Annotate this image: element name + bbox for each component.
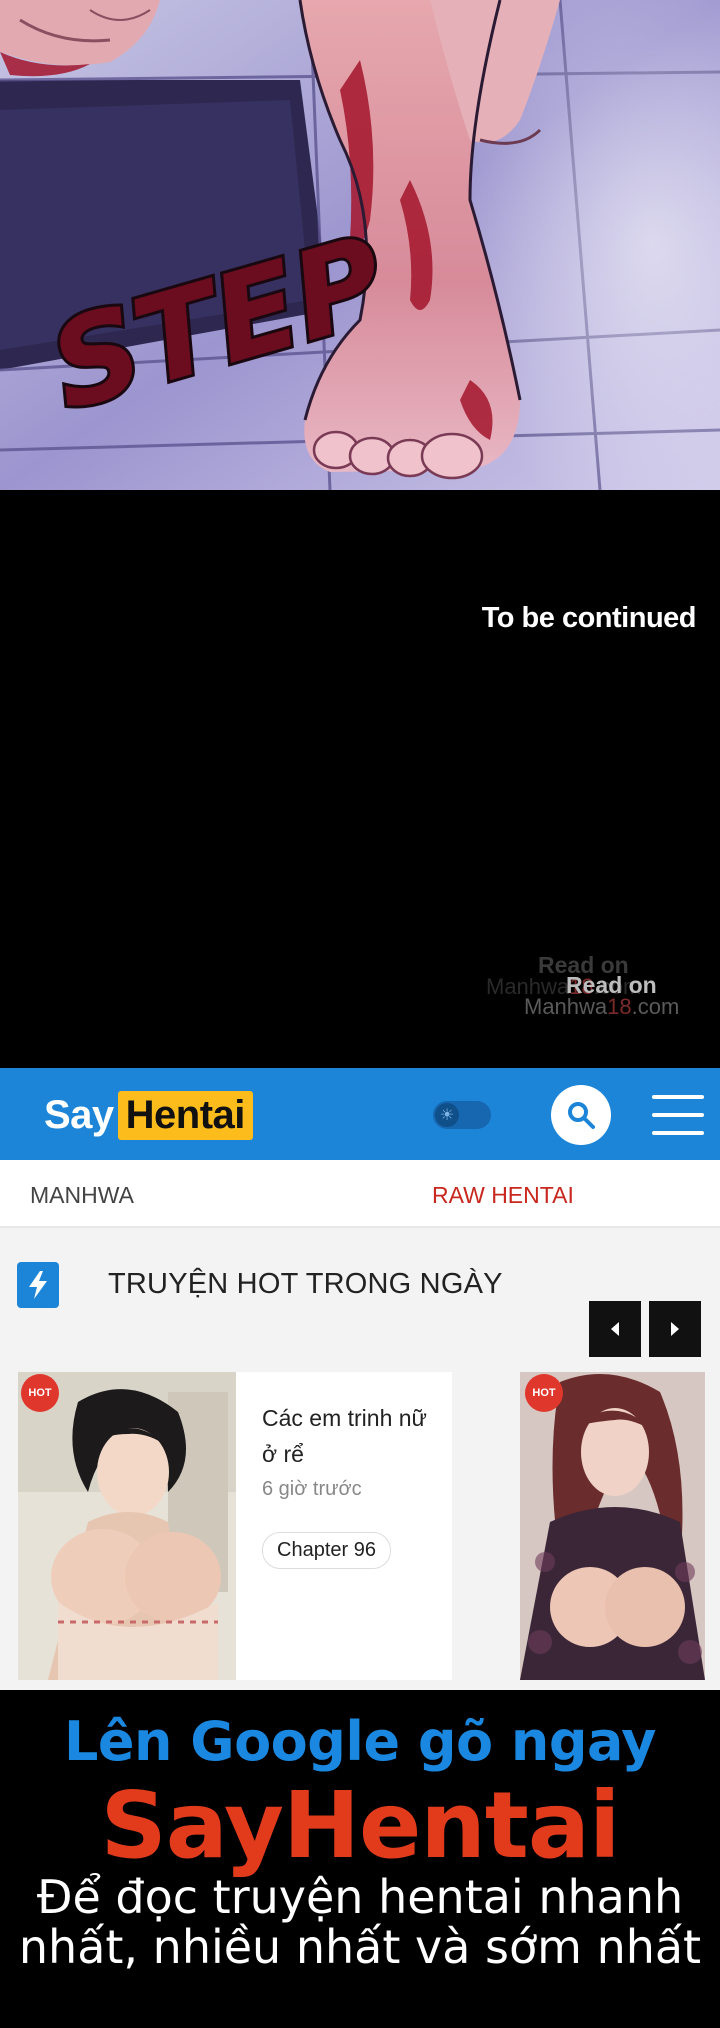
search-button[interactable] bbox=[551, 1085, 611, 1145]
comic-cover-image[interactable]: HOT bbox=[520, 1372, 705, 1680]
comic-title[interactable]: Các em trinh nữ ở rể bbox=[262, 1400, 432, 1472]
promo-brand: SayHentai bbox=[100, 1772, 621, 1879]
chapter-link[interactable]: Chapter 96 bbox=[262, 1532, 391, 1569]
comic-card[interactable]: HOT bbox=[520, 1372, 705, 1680]
promo-headline: Lên Google gõ ngay bbox=[63, 1710, 657, 1773]
sun-icon: ☀ bbox=[435, 1103, 459, 1127]
lightning-icon bbox=[17, 1262, 59, 1308]
comic-cover-image[interactable]: HOT bbox=[18, 1372, 236, 1680]
hot-badge: HOT bbox=[525, 1374, 563, 1412]
comic-card[interactable]: HOT Các em trinh nữ ở rể 6 giờ trước Cha… bbox=[18, 1372, 452, 1680]
hot-today-section: TRUYỆN HOT TRONG NGÀY HOT Các em trinh n… bbox=[0, 1228, 720, 1690]
hot-badge: HOT bbox=[21, 1374, 59, 1412]
carousel-next-button[interactable] bbox=[649, 1301, 701, 1357]
site-logo[interactable]: Say Hentai bbox=[44, 1087, 253, 1143]
watermark: Read on Manhwa18.com Read on Manhwa18.co… bbox=[486, 952, 716, 1032]
logo-say-text: Say bbox=[44, 1092, 114, 1137]
theme-toggle[interactable]: ☀ bbox=[433, 1101, 491, 1129]
category-nav: MANHWA RAW HENTAI bbox=[0, 1160, 720, 1228]
comic-panel: STEP bbox=[0, 0, 720, 490]
comic-illustration: STEP bbox=[0, 0, 720, 490]
nav-raw-hentai[interactable]: RAW HENTAI bbox=[432, 1182, 574, 1209]
promo-body-text: Để đọc truyện hentai nhanh nhất, nhiều n… bbox=[18, 1870, 702, 1974]
comic-updated-time: 6 giờ trước bbox=[262, 1478, 362, 1500]
to-be-continued-caption: To be continued bbox=[481, 602, 697, 634]
search-icon bbox=[568, 1102, 595, 1129]
chevron-left-icon bbox=[611, 1322, 619, 1336]
promo-banner: Lên Google gõ ngay SayHentai Để đọc truy… bbox=[0, 1690, 720, 2028]
chevron-right-icon bbox=[671, 1322, 679, 1336]
section-title: TRUYỆN HOT TRONG NGÀY bbox=[108, 1268, 503, 1300]
site-header: Say Hentai ☀ bbox=[0, 1068, 720, 1160]
chapter-end-area: To be continued Read on Manhwa18.com Rea… bbox=[0, 490, 720, 1068]
nav-manhwa[interactable]: MANHWA bbox=[30, 1182, 134, 1209]
watermark-site-front: Manhwa18.com bbox=[524, 994, 680, 1019]
carousel-prev-button[interactable] bbox=[589, 1301, 641, 1357]
hamburger-menu-icon[interactable] bbox=[650, 1093, 706, 1137]
logo-hentai-text: Hentai bbox=[117, 1090, 253, 1140]
